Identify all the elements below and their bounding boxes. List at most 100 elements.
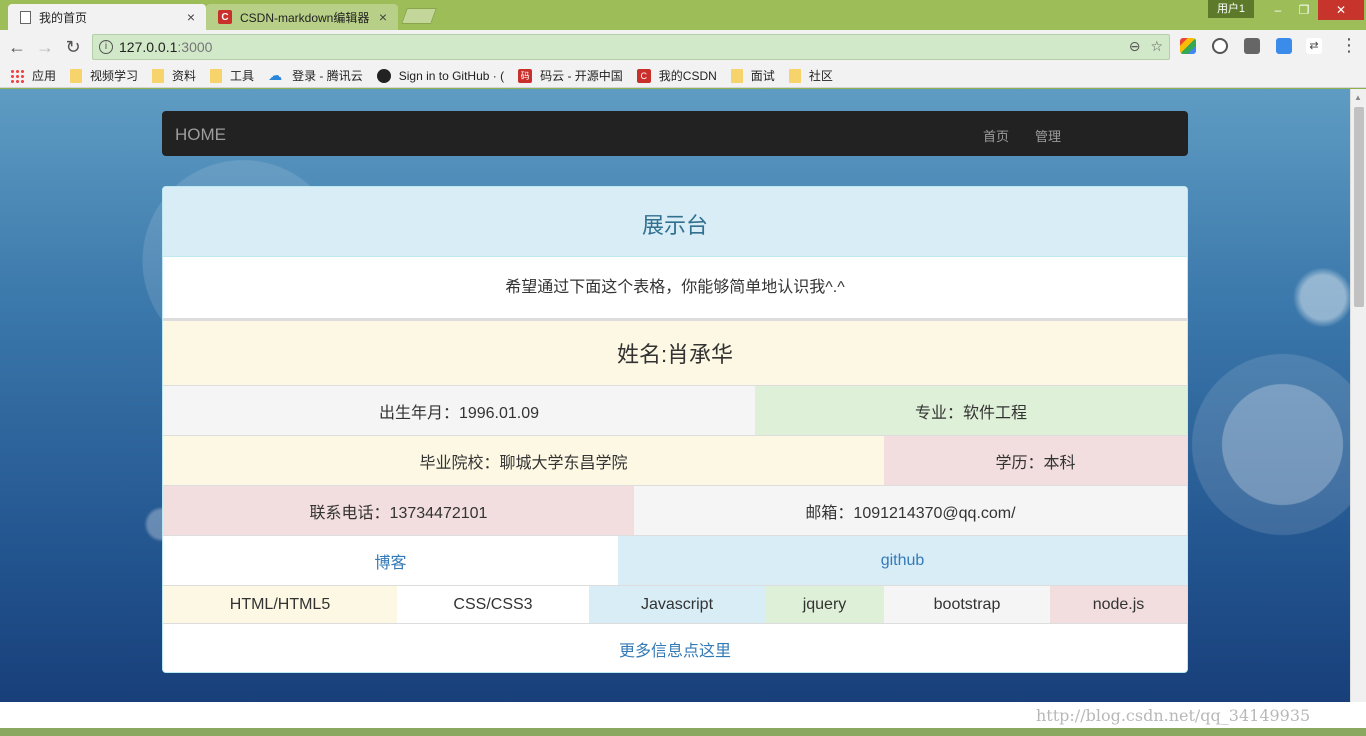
skill-cell-javascript: Javascript (589, 586, 765, 623)
tab-label: 我的首页 (39, 10, 88, 25)
bookmark-my-csdn[interactable]: C 我的CSDN (636, 67, 717, 84)
bookmark-tencent-cloud[interactable]: ☁ 登录 - 腾讯云 (268, 67, 363, 84)
degree-cell: 学历：本科 (884, 436, 1187, 485)
url-host: 127.0.0.1 (119, 39, 178, 55)
bookmark-github[interactable]: Sign in to GitHub · ( (376, 68, 505, 83)
bookmark-folder-interview[interactable]: 面试 (730, 67, 775, 84)
new-tab-button[interactable] (401, 8, 437, 24)
tab-my-homepage[interactable]: 我的首页 × (8, 4, 206, 30)
skill-cell-bootstrap: bootstrap (884, 586, 1050, 623)
zoom-icon[interactable]: ⊖ (1129, 38, 1141, 55)
folder-icon (788, 68, 801, 83)
skill-cell-html: HTML/HTML5 (163, 586, 397, 623)
bookmark-label: 码云 - 开源中国 (540, 69, 623, 83)
folder-icon (210, 68, 223, 83)
bookmark-label: Sign in to GitHub · ( (398, 68, 505, 83)
csdn-icon: C (218, 10, 232, 24)
csdn-icon: C (636, 68, 651, 83)
user-profile-badge[interactable]: 用户1 (1208, 0, 1254, 18)
school-cell: 毕业院校：聊城大学东昌学院 (163, 436, 884, 485)
table-row: 更多信息点这里 (163, 623, 1187, 672)
chrome-menu-button[interactable]: ⋮ (1338, 34, 1360, 56)
scroll-up-arrow-icon[interactable]: ▲ (1354, 93, 1362, 102)
window-close-button[interactable]: ✕ (1318, 0, 1364, 20)
folder-icon (730, 68, 743, 83)
bookmark-star-icon[interactable]: ☆ (1150, 38, 1163, 55)
tab-csdn-editor[interactable]: C CSDN-markdown编辑器 × (206, 4, 398, 30)
nav-link-admin[interactable]: 管理 (1035, 126, 1061, 145)
phone-cell: 联系电话：13734472101 (163, 486, 634, 535)
github-cell: github (618, 536, 1187, 585)
blog-link[interactable]: 博客 (374, 549, 406, 573)
navbar-brand[interactable]: HOME (175, 125, 226, 145)
folder-icon (152, 68, 165, 83)
bookmark-label: 工具 (230, 69, 255, 83)
extension-translate-icon[interactable]: ⇄ (1306, 38, 1322, 54)
back-button[interactable]: ← (6, 36, 28, 58)
skill-cell-nodejs: node.js (1050, 586, 1187, 623)
nav-link-home[interactable]: 首页 (983, 126, 1009, 145)
bookmark-label: 应用 (32, 69, 57, 83)
url-port: :3000 (177, 39, 213, 55)
cloud-icon: ☁ (268, 67, 283, 83)
github-link[interactable]: github (881, 552, 925, 570)
browser-toolbar: ← → ↻ i 127.0.0.1:3000 ⊖ ☆ ⋮ (0, 30, 1366, 64)
bookmark-folder-video[interactable]: 视频学习 (70, 67, 138, 84)
table-row: 姓名:肖承华 (163, 320, 1187, 385)
bookmark-folder-materials[interactable]: 资料 (152, 67, 196, 84)
close-tab-icon[interactable]: × (376, 9, 390, 25)
watermark-text: http://blog.csdn.net/qq_34149935 (1036, 706, 1311, 725)
os-taskbar (0, 728, 1366, 736)
reload-button[interactable]: ↻ (62, 36, 84, 58)
address-bar[interactable]: i 127.0.0.1:3000 ⊖ ☆ (92, 34, 1170, 60)
vertical-scrollbar[interactable]: ▲ (1350, 89, 1366, 702)
more-info-cell: 更多信息点这里 (163, 624, 1187, 672)
bookmark-label: 我的CSDN (658, 69, 717, 83)
bookmark-label: 面试 (750, 69, 775, 83)
blog-cell: 博客 (163, 536, 618, 585)
scrollbar-thumb[interactable] (1354, 107, 1364, 307)
bookmark-gitee[interactable]: 码码云 - 开源中国 (518, 67, 623, 84)
table-row: 毕业院校：聊城大学东昌学院 学历：本科 (163, 435, 1187, 485)
bookmark-apps[interactable]: 应用 (10, 67, 56, 84)
major-cell: 专业：软件工程 (755, 386, 1187, 435)
site-navbar: HOME 首页 管理 (162, 111, 1188, 156)
skills-row: HTML/HTML5 CSS/CSS3 Javascript jquery bo… (163, 585, 1187, 623)
page-icon (20, 10, 31, 24)
table-row: 联系电话：13734472101 邮箱：1091214370@qq.com/ (163, 485, 1187, 535)
extension-mail-icon[interactable] (1244, 38, 1260, 54)
github-icon (376, 68, 391, 83)
forward-button[interactable]: → (34, 36, 56, 58)
bookmark-label: 视频学习 (90, 69, 139, 83)
name-cell: 姓名:肖承华 (163, 321, 1187, 385)
close-tab-icon[interactable]: × (184, 9, 198, 25)
bookmark-label: 社区 (808, 69, 833, 83)
bookmark-label: 资料 (172, 69, 197, 83)
tab-label: CSDN-markdown编辑器 (240, 10, 370, 25)
page-viewport: HOME 首页 管理 展示台 希望通过下面这个表格，你能够简单地认识我^.^ 姓… (0, 89, 1350, 702)
maximize-button[interactable]: ❐ (1290, 0, 1318, 20)
skill-cell-css: CSS/CSS3 (397, 586, 589, 623)
folder-icon (70, 68, 83, 83)
bookmark-folder-tools[interactable]: 工具 (210, 67, 254, 84)
bookmarks-bar: 应用 视频学习 资料 工具 ☁ 登录 - 腾讯云 Sign in to GitHu… (0, 64, 1366, 88)
panel-title: 展示台 (163, 187, 1187, 257)
more-info-link[interactable]: 更多信息点这里 (619, 637, 731, 661)
bookmark-label: 登录 - 腾讯云 (292, 69, 363, 83)
showcase-panel: 展示台 希望通过下面这个表格，你能够简单地认识我^.^ 姓名:肖承华 出生年月：… (162, 186, 1188, 673)
minimize-button[interactable]: – (1264, 0, 1292, 20)
browser-titlebar: 我的首页 × C CSDN-markdown编辑器 × 用户1 – ❐ ✕ (0, 0, 1366, 30)
email-cell: 邮箱：1091214370@qq.com/ (634, 486, 1187, 535)
extension-sync-icon[interactable] (1212, 38, 1228, 54)
bookmark-folder-community[interactable]: 社区 (788, 67, 833, 84)
gitee-icon: 码 (518, 68, 533, 83)
extension-colorful-icon[interactable] (1180, 38, 1196, 54)
extension-blue-icon[interactable] (1276, 38, 1292, 54)
birth-cell: 出生年月：1996.01.09 (163, 386, 755, 435)
apps-icon (10, 68, 24, 83)
panel-intro: 希望通过下面这个表格，你能够简单地认识我^.^ (163, 257, 1187, 320)
table-row: 博客 github (163, 535, 1187, 585)
site-info-icon[interactable]: i (99, 40, 113, 54)
table-row: 出生年月：1996.01.09 专业：软件工程 (163, 385, 1187, 435)
skill-cell-jquery: jquery (765, 586, 884, 623)
